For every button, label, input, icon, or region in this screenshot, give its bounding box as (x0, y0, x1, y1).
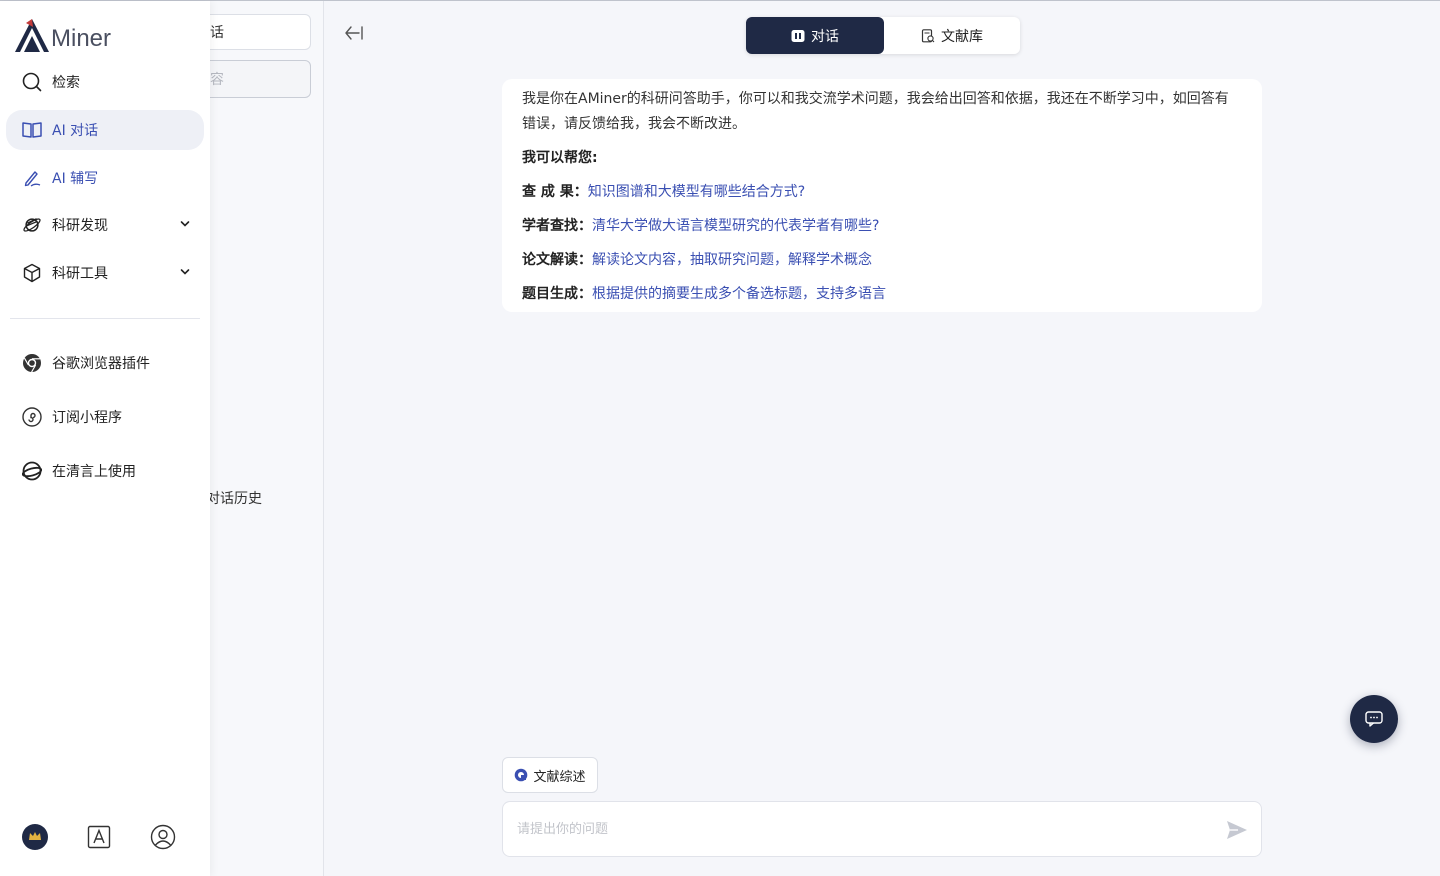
sidebar-divider (10, 318, 200, 319)
literature-review-label: 文献综述 (533, 769, 586, 785)
qingyan-icon (22, 461, 42, 481)
sidebar: Miner 检索 AI 对话 AI 辅写 科研发现 科研工具 谷歌浏览器插件 订… (0, 1, 210, 876)
sidebar-bottom-bar (0, 823, 210, 855)
chevron-down-icon[interactable] (180, 267, 190, 277)
suggestion-link[interactable]: 知识图谱和大模型有哪些结合方式? (588, 184, 805, 200)
library-icon (921, 28, 935, 43)
collapse-left-icon (345, 26, 363, 40)
planet-icon (22, 215, 42, 235)
sidebar-item-ai-writing[interactable]: AI 辅写 (6, 158, 204, 198)
search-history-placeholder: 容 (210, 72, 224, 88)
chrome-icon (22, 353, 42, 373)
pen-icon (22, 168, 42, 188)
sidebar-item-research-discovery[interactable]: 科研发现 (6, 205, 204, 245)
new-chat-button[interactable]: 话 (210, 14, 311, 50)
collapse-panel-button[interactable] (344, 23, 364, 43)
message-icon (1365, 711, 1383, 727)
sidebar-link-label: 谷歌浏览器插件 (52, 356, 150, 372)
suggestion-link[interactable]: 清华大学做大语言模型研究的代表学者有哪些? (592, 218, 879, 234)
vip-crown-icon[interactable] (21, 823, 49, 851)
mini-program-icon (22, 407, 42, 427)
conversation-panel: 话 容 对话历史 (210, 1, 324, 876)
sidebar-item-label: AI 对话 (52, 123, 99, 139)
sidebar-link-label: 订阅小程序 (52, 410, 122, 426)
welcome-intro: 我是你在AMiner的科研问答助手，你可以和我交流学术问题，我会给出回答和依据，… (522, 91, 1229, 132)
floating-chat-button[interactable] (1350, 695, 1398, 743)
suggestion-key: 查 成 果： (522, 184, 588, 200)
question-input-box (502, 801, 1262, 857)
search-history-input[interactable]: 容 (210, 60, 311, 98)
suggestion-row: 学者查找：清华大学做大语言模型研究的代表学者有哪些? (522, 214, 1242, 239)
sidebar-item-label: 科研工具 (52, 266, 108, 282)
tab-library[interactable]: 文献库 (884, 17, 1020, 54)
chat-history-label: 对话历史 (210, 491, 262, 507)
main-chat-area: 对话 文献库 我是你在AMiner的科研问答助手，你可以和我交流学术问题，我会给… (324, 1, 1440, 876)
sidebar-item-label: 科研发现 (52, 218, 108, 234)
welcome-message: 我是你在AMiner的科研问答助手，你可以和我交流学术问题，我会给出回答和依据，… (502, 79, 1262, 312)
suggestion-key: 题目生成： (522, 286, 592, 302)
mode-toggle: 对话 文献库 (746, 17, 1020, 54)
search-icon (22, 72, 42, 92)
welcome-subtitle: 我可以帮您: (522, 150, 598, 166)
sidebar-link-mini-program[interactable]: 订阅小程序 (6, 397, 204, 437)
cube-icon (22, 263, 42, 283)
sidebar-item-research-tools[interactable]: 科研工具 (6, 253, 204, 293)
sidebar-item-search[interactable]: 检索 (6, 62, 204, 102)
send-button[interactable] (1225, 818, 1249, 842)
tab-chat[interactable]: 对话 (746, 17, 884, 54)
question-input[interactable] (517, 802, 1207, 856)
suggestion-row: 查 成 果：知识图谱和大模型有哪些结合方式? (522, 180, 1242, 205)
sidebar-item-ai-chat[interactable]: AI 对话 (6, 110, 204, 150)
aminer-logo-icon (15, 19, 49, 52)
font-a-icon[interactable] (85, 823, 113, 851)
sidebar-item-label: 检索 (52, 75, 80, 91)
suggestion-key: 学者查找： (522, 218, 592, 234)
suggestion-row: 论文解读：解读论文内容，抽取研究问题，解释学术概念 (522, 248, 1242, 273)
suggestion-link[interactable]: 解读论文内容，抽取研究问题，解释学术概念 (592, 252, 872, 268)
aminer-logo[interactable]: Miner (14, 11, 111, 53)
sidebar-link-qingyan[interactable]: 在清言上使用 (6, 451, 204, 491)
sidebar-item-label: AI 辅写 (52, 171, 99, 187)
sidebar-link-chrome-extension[interactable]: 谷歌浏览器插件 (6, 343, 204, 383)
book-icon (22, 120, 42, 140)
literature-review-button[interactable]: 文献综述 (502, 757, 598, 793)
chat-icon (791, 29, 805, 43)
suggestion-link[interactable]: 根据提供的摘要生成多个备选标题，支持多语言 (592, 286, 886, 302)
tab-chat-label: 对话 (811, 28, 839, 45)
logo-text: Miner (51, 25, 112, 52)
review-icon (514, 768, 528, 782)
send-icon (1227, 821, 1247, 839)
suggestion-row: 题目生成：根据提供的摘要生成多个备选标题，支持多语言 (522, 282, 1242, 307)
tab-library-label: 文献库 (941, 28, 983, 45)
new-chat-label: 话 (210, 25, 224, 41)
user-icon[interactable] (149, 823, 177, 851)
suggestion-key: 论文解读： (522, 252, 592, 268)
chevron-down-icon[interactable] (180, 219, 190, 229)
sidebar-link-label: 在清言上使用 (52, 464, 136, 480)
